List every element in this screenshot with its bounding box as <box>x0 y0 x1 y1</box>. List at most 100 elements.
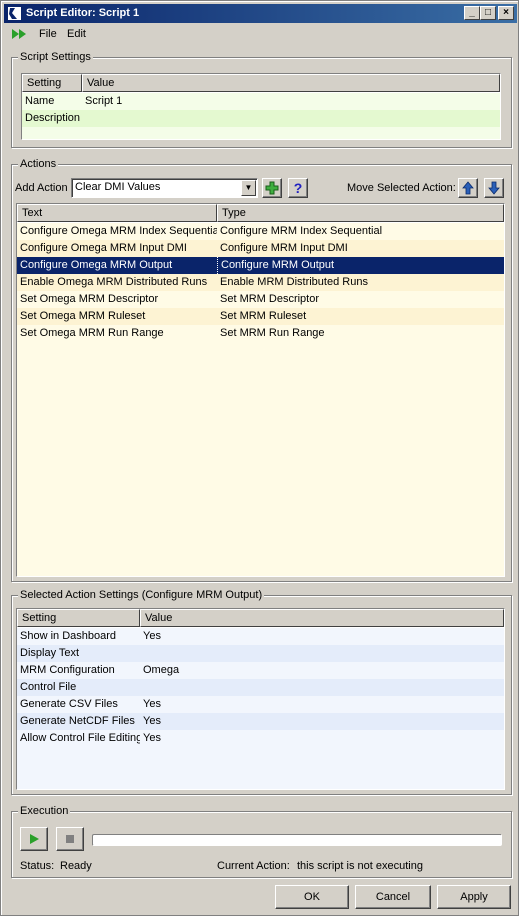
table-row[interactable]: Description <box>22 110 500 127</box>
table-cell-setting: Control File <box>20 681 77 693</box>
minimize-button[interactable]: _ <box>464 6 480 20</box>
table-cell-text: Set Omega MRM Descriptor <box>20 293 159 305</box>
window-title: Script Editor: Script 1 <box>26 7 140 19</box>
table-row[interactable]: Generate CSV Files Yes <box>17 696 504 713</box>
table-row[interactable]: Enable Omega MRM Distributed Runs Enable … <box>17 274 504 291</box>
script-settings-group: Script Settings Setting Value Name Script… <box>11 51 512 148</box>
table-cell-value: Yes <box>143 715 161 727</box>
arrow-down-icon <box>488 181 500 195</box>
table-cell-text: Enable Omega MRM Distributed Runs <box>20 276 208 288</box>
add-action-button[interactable] <box>262 178 282 198</box>
selected-action-settings-title: Selected Action Settings (Configure MRM … <box>18 589 265 601</box>
table-cell-text: Configure Omega MRM Output <box>20 259 173 271</box>
table-row[interactable]: Configure Omega MRM Index Sequential Conf… <box>17 223 504 240</box>
move-action-label: Move Selected Action: <box>347 182 456 194</box>
table-cell-type: Configure MRM Output <box>217 257 502 274</box>
col-setting[interactable]: Setting <box>22 74 82 92</box>
table-row[interactable]: Control File <box>17 679 504 696</box>
table-cell-type: Configure MRM Index Sequential <box>220 225 383 237</box>
menu-file[interactable]: File <box>39 28 57 40</box>
table-row[interactable]: Set Omega MRM Run Range Set MRM Run Range <box>17 325 504 342</box>
play-button[interactable] <box>20 827 48 851</box>
actions-table[interactable]: Text Type Configure Omega MRM Index Sequ… <box>16 203 505 577</box>
menu-bar: File Edit <box>5 24 516 44</box>
help-button[interactable]: ? <box>288 178 308 198</box>
run-script-icon[interactable] <box>11 28 29 43</box>
selected-action-settings-group: Selected Action Settings (Configure MRM … <box>11 589 512 795</box>
execution-group: Execution Status: Ready Current Action: … <box>11 805 512 878</box>
table-row[interactable]: Show in Dashboard Yes <box>17 628 504 645</box>
cancel-button[interactable]: Cancel <box>355 885 431 909</box>
table-cell-setting: Show in Dashboard <box>20 630 117 642</box>
table-cell-text: Set Omega MRM Run Range <box>20 327 164 339</box>
play-icon <box>30 834 39 844</box>
stop-icon <box>66 835 74 843</box>
table-cell-value: Yes <box>143 732 161 744</box>
table-cell-setting: Display Text <box>20 647 80 659</box>
arrow-up-icon <box>462 181 474 195</box>
table-cell-value <box>140 679 502 696</box>
selected-action-settings-table[interactable]: Setting Value Show in Dashboard Yes Displa… <box>16 608 505 790</box>
table-row[interactable]: Generate NetCDF Files Yes <box>17 713 504 730</box>
table-cell-setting: Allow Control File Editing <box>20 732 140 744</box>
chevron-down-icon[interactable]: ▼ <box>241 180 256 196</box>
script-settings-table[interactable]: Setting Value Name Script 1 Description <box>21 73 501 140</box>
table-row[interactable]: Name Script 1 <box>22 93 500 110</box>
col-value[interactable]: Value <box>140 609 504 627</box>
col-setting[interactable]: Setting <box>17 609 140 627</box>
execution-title: Execution <box>18 805 71 817</box>
ok-button[interactable]: OK <box>275 885 349 909</box>
current-action-label: Current Action: <box>217 860 290 872</box>
script-editor-window: Script Editor: Script 1 _ □ × File Edit … <box>0 0 519 916</box>
table-row[interactable]: Display Text <box>17 645 504 662</box>
table-cell-type: Set MRM Run Range <box>220 327 325 339</box>
table-cell-type: Set MRM Descriptor <box>220 293 320 305</box>
table-cell-value: Script 1 <box>85 95 123 107</box>
col-value[interactable]: Value <box>82 74 500 92</box>
title-bar[interactable]: Script Editor: Script 1 _ □ × <box>4 4 517 23</box>
help-icon: ? <box>293 180 303 196</box>
table-row[interactable]: Configure Omega MRM Input DMI Configure M… <box>17 240 504 257</box>
actions-group: Actions Add Action Clear DMI Values ▼ ? … <box>11 158 512 582</box>
move-down-button[interactable] <box>484 178 504 198</box>
add-action-select[interactable]: Clear DMI Values ▼ <box>71 178 258 198</box>
menu-edit[interactable]: Edit <box>67 28 86 40</box>
apply-button[interactable]: Apply <box>437 885 511 909</box>
table-cell-value: Omega <box>143 664 180 676</box>
table-cell-setting: Generate CSV Files <box>20 698 118 710</box>
status-label: Status: <box>20 860 55 872</box>
table-row[interactable]: Configure Omega MRM Output Configure MRM … <box>17 257 504 274</box>
table-cell-value: Yes <box>143 698 161 710</box>
table-row[interactable]: Set Omega MRM Descriptor Set MRM Descript… <box>17 291 504 308</box>
table-cell-text: Configure Omega MRM Input DMI <box>20 242 187 254</box>
table-cell-value <box>140 645 502 662</box>
table-cell-value <box>82 110 498 127</box>
plus-icon <box>265 181 279 195</box>
table-cell-type: Configure MRM Input DMI <box>220 242 348 254</box>
col-text[interactable]: Text <box>17 204 217 222</box>
actions-title: Actions <box>18 158 59 170</box>
table-row[interactable]: Set Omega MRM Ruleset Set MRM Ruleset <box>17 308 504 325</box>
table-cell-type: Enable MRM Distributed Runs <box>220 276 368 288</box>
table-cell-text: Set Omega MRM Ruleset <box>20 310 146 322</box>
table-cell-text: Configure Omega MRM Index Sequential <box>20 225 217 237</box>
app-logo-icon <box>7 6 22 21</box>
table-cell-type: Set MRM Ruleset <box>220 310 307 322</box>
table-cell-setting: Name <box>25 95 55 107</box>
maximize-button[interactable]: □ <box>480 6 496 20</box>
table-row[interactable]: MRM Configuration Omega <box>17 662 504 679</box>
col-type[interactable]: Type <box>217 204 504 222</box>
close-button[interactable]: × <box>498 6 514 20</box>
stop-button[interactable] <box>56 827 84 851</box>
table-cell-setting: Generate NetCDF Files <box>20 715 135 727</box>
table-row[interactable]: Allow Control File Editing Yes <box>17 730 504 747</box>
move-up-button[interactable] <box>458 178 478 198</box>
script-settings-title: Script Settings <box>18 51 93 63</box>
current-action-value: this script is not executing <box>297 860 423 872</box>
status-value: Ready <box>60 860 92 872</box>
close-icon: × <box>503 7 509 18</box>
table-cell-setting: Description <box>25 112 81 124</box>
table-cell-setting: MRM Configuration <box>20 664 115 676</box>
add-action-value: Clear DMI Values <box>75 181 161 193</box>
maximize-icon: □ <box>484 7 492 18</box>
